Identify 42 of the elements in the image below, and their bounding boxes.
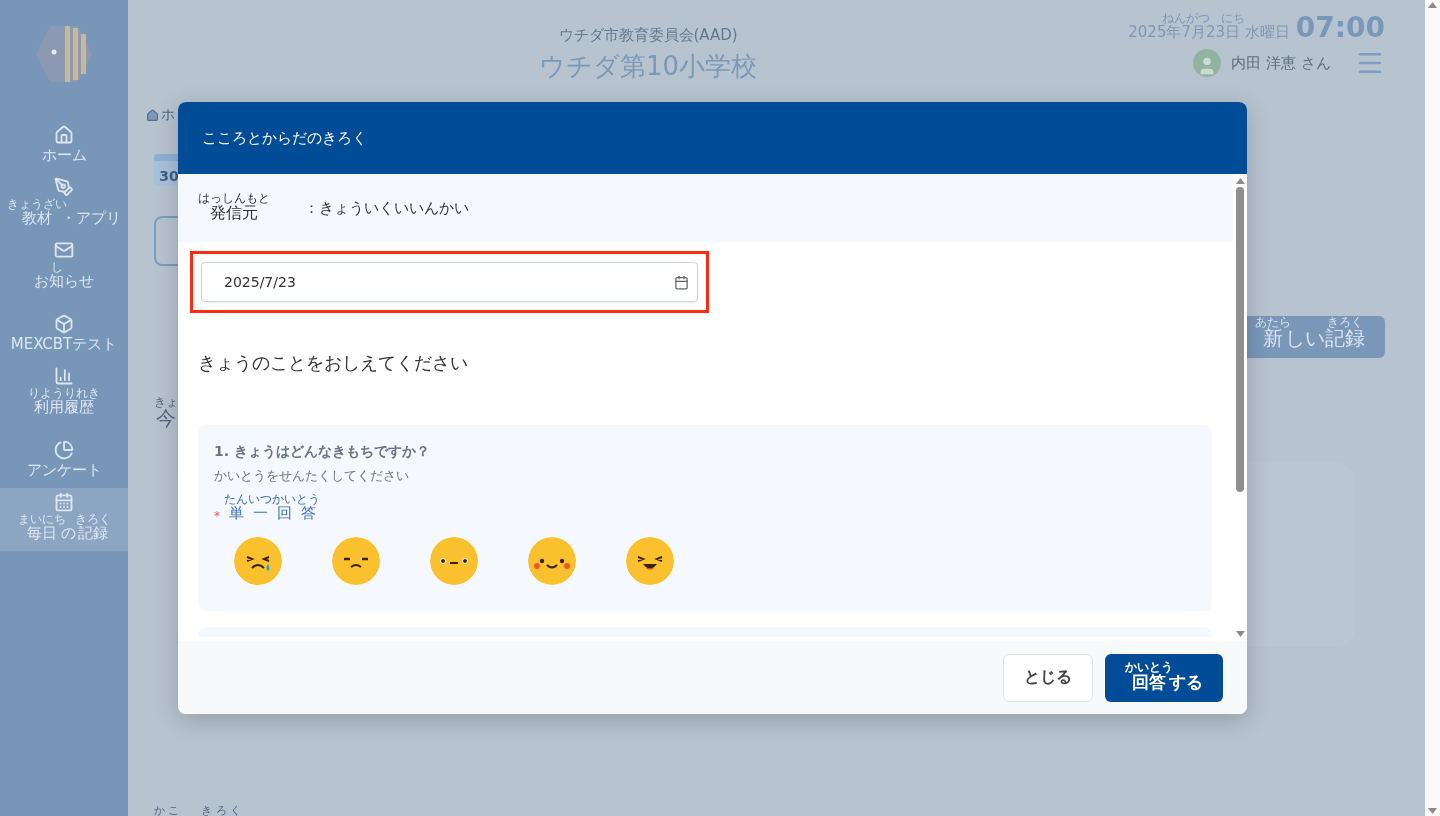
question-hint: かいとうをせんたくしてください [214,467,410,485]
dialog-title: こころとからだのきろく [202,128,367,148]
scroll-down-icon[interactable] [1235,631,1245,637]
date-field[interactable]: 2025/7/23 [201,262,698,302]
today-heading: 今 きょ [154,396,178,432]
required-mark-icon: * [214,509,220,523]
sidebar-item[interactable]: MEXCBTテスト [0,299,128,362]
user-avatar-icon [1193,49,1222,77]
sidebar-item[interactable]: ホーム [0,110,128,173]
home-icon [54,125,74,145]
bar-chart-icon [54,366,74,386]
breadcrumb-link[interactable]: ホ [161,106,175,124]
pie-chart-icon [54,440,74,460]
home-icon [146,108,159,122]
submit-button[interactable]: 回答 かいとう する [1104,653,1223,702]
answer-type: 単 たん 一 いつ 回 かい 答 とう [224,493,320,523]
current-time: 07:00 [1295,14,1385,42]
scrollbar-thumb[interactable] [1236,187,1244,492]
sidebar-item[interactable]: お知 し らせ [0,236,128,299]
sender-value: ：きょういくいいんかい [304,198,469,218]
scroll-up-icon[interactable] [1428,2,1437,8]
sidebar-item[interactable]: 毎日 まいにち の記録 きろく [0,488,128,551]
scroll-down-icon[interactable] [1428,808,1437,814]
school-name: ウチダ第10小学校 [539,50,758,83]
prompt-text: きょうのことをおしえてください [198,351,469,375]
face-option-icon[interactable] [234,537,282,585]
sidebar-item[interactable]: 利用履歴 りようりれき [0,362,128,425]
past-records-ruby: か こ き ろ く [153,803,243,816]
pen-icon [54,177,74,197]
calendar-icon[interactable] [674,274,689,290]
sender-label: 発信元 はっしんもと [198,192,270,224]
mail-icon [54,240,74,260]
user-name: 内田 洋恵 さん [1231,53,1331,73]
sidebar-item[interactable]: 教材 きょうざい ・アプリ [0,173,128,236]
close-button[interactable]: とじる [1002,653,1093,702]
question-title: 1. きょうはどんなきもちですか？ [214,443,431,461]
organization-name: ウチダ市教育委員会(AAD) [558,26,738,45]
scroll-up-icon[interactable] [1235,178,1245,184]
cube-icon [54,314,74,334]
face-option-icon[interactable] [626,537,674,585]
calendar-icon [54,492,74,512]
sidebar-item[interactable]: アンケート [0,425,128,488]
